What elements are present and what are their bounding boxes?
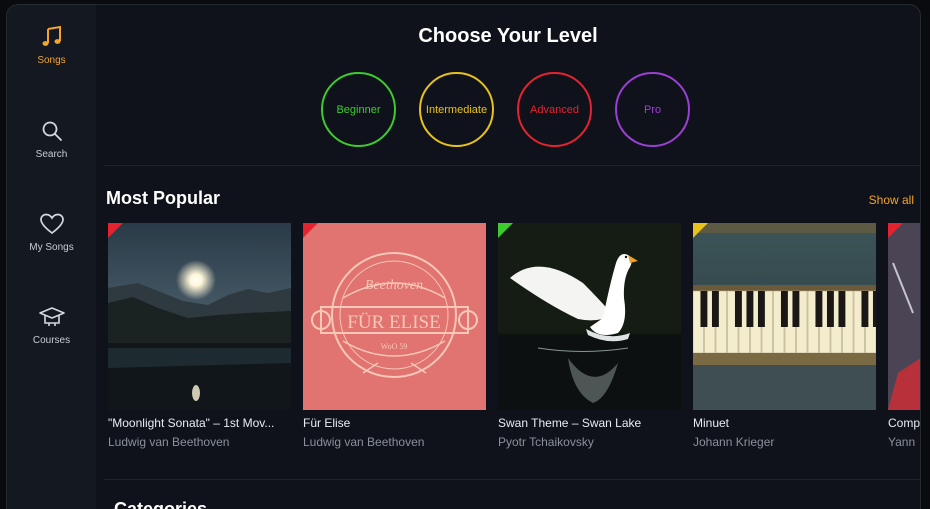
emblem-title-text: FÜR ELISE [347,312,440,333]
sidebar: Songs Search My Songs Courses [7,5,96,509]
song-thumbnail [888,223,920,410]
song-card[interactable]: Comp Yann [888,223,921,449]
section-divider [104,479,920,480]
level-indicator-flag [303,223,318,238]
sidebar-item-label: Search [35,149,68,160]
song-thumbnail [498,223,681,410]
music-note-icon [42,25,61,46]
emblem-composer-text: Beethoven [365,278,423,293]
show-all-link[interactable]: Show all [869,193,914,207]
sidebar-item-my-songs[interactable]: My Songs [7,212,96,282]
main-content: Choose Your Level Beginner Intermediate … [96,5,920,509]
level-advanced-button[interactable]: Advanced [517,72,592,147]
level-indicator-flag [498,223,513,238]
song-title: "Moonlight Sonata" – 1st Mov... [108,416,275,430]
graduation-cap-icon [38,307,65,326]
app-frame: Songs Search My Songs Courses Choose You… [0,0,930,509]
song-artist: Pyotr Tchaikovsky [498,435,594,449]
level-indicator-flag [888,223,903,238]
sidebar-item-search[interactable]: Search [7,119,96,189]
sidebar-item-courses[interactable]: Courses [7,305,96,375]
song-artist: Yann [888,435,916,449]
level-indicator-flag [108,223,123,238]
song-artist: Johann Krieger [693,435,775,449]
emblem-catalog-text: WoO 59 [381,342,408,351]
categories-title: Categories [114,499,208,509]
level-title: Choose Your Level [418,25,598,47]
search-icon [42,121,62,141]
heart-icon [39,213,64,235]
song-card[interactable]: Swan Theme – Swan Lake Pyotr Tchaikovsky [498,223,681,449]
level-beginner-button[interactable]: Beginner [321,72,396,147]
most-popular-title: Most Popular [106,188,221,208]
song-thumbnail [693,223,876,410]
song-thumbnail: Beethoven FÜR ELISE WoO 59 [303,223,486,410]
song-title: Comp [888,416,921,430]
section-divider [104,165,920,166]
level-pro-button[interactable]: Pro [615,72,690,147]
sidebar-item-label: Courses [32,335,71,346]
sidebar-item-songs[interactable]: Songs [7,25,96,95]
song-title: Minuet [693,416,730,430]
song-title: Swan Theme – Swan Lake [498,416,642,430]
song-card[interactable]: "Moonlight Sonata" – 1st Mov... Ludwig v… [108,223,291,449]
level-indicator-flag [693,223,708,238]
song-artist: Ludwig van Beethoven [303,435,425,449]
sidebar-item-label: Songs [37,55,66,66]
app-window: Songs Search My Songs Courses Choose You… [6,4,921,509]
level-intermediate-button[interactable]: Intermediate [419,72,494,147]
song-thumbnail [108,223,291,410]
song-card[interactable]: Minuet Johann Krieger [693,223,876,449]
sidebar-item-label: My Songs [29,242,74,253]
song-artist: Ludwig van Beethoven [108,435,230,449]
song-card[interactable]: Beethoven FÜR ELISE WoO 59 Für Elise Lud… [303,223,486,449]
song-title: Für Elise [303,416,351,430]
